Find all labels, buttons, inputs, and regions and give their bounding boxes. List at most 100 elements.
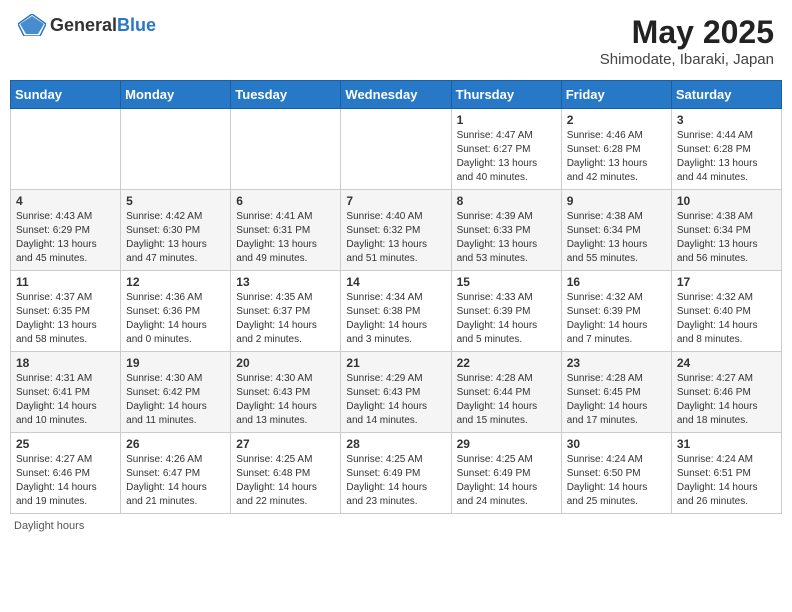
- day-info: Sunrise: 4:42 AM Sunset: 6:30 PM Dayligh…: [126, 210, 225, 266]
- calendar-cell: 7 Sunrise: 4:40 AM Sunset: 6:32 PM Daylig…: [341, 190, 451, 271]
- title-block: May 2025 Shimodate, Ibaraki, Japan: [600, 14, 774, 68]
- day-info: Sunrise: 4:43 AM Sunset: 6:29 PM Dayligh…: [16, 210, 115, 266]
- calendar-cell: 2Sunrise: 4:46 AM Sunset: 6:28 PM Daylig…: [561, 109, 671, 190]
- day-info: Sunrise: 4:32 AM Sunset: 6:40 PM Dayligh…: [677, 291, 776, 347]
- day-info: Sunrise: 4:30 AM Sunset: 6:43 PM Dayligh…: [236, 372, 335, 428]
- calendar-cell: 1 Sunrise: 4:47 AM Sunset: 6:27 PM Daylig…: [451, 109, 561, 190]
- day-number: 5: [126, 194, 225, 208]
- day-number: 1: [457, 113, 556, 127]
- calendar-cell: 20 Sunrise: 4:30 AM Sunset: 6:43 PM Dayli…: [231, 352, 341, 433]
- calendar-cell: 13 Sunrise: 4:35 AM Sunset: 6:37 PM Dayli…: [231, 271, 341, 352]
- day-info: Sunrise: 4:27 AM Sunset: 6:46 PM Dayligh…: [16, 453, 115, 509]
- day-info: Sunrise: 4:29 AM Sunset: 6:43 PM Dayligh…: [346, 372, 445, 428]
- day-number: 13: [236, 275, 335, 289]
- day-info: Sunrise: 4:31 AM Sunset: 6:41 PM Dayligh…: [16, 372, 115, 428]
- calendar-cell: 29 Sunrise: 4:25 AM Sunset: 6:49 PM Dayli…: [451, 433, 561, 514]
- day-info: Sunrise: 4:27 AM Sunset: 6:46 PM Dayligh…: [677, 372, 776, 428]
- day-info: Sunrise: 4:47 AM Sunset: 6:27 PM Dayligh…: [457, 129, 556, 185]
- calendar-cell: 6 Sunrise: 4:41 AM Sunset: 6:31 PM Daylig…: [231, 190, 341, 271]
- calendar-cell: 16Sunrise: 4:32 AM Sunset: 6:39 PM Dayli…: [561, 271, 671, 352]
- logo-icon: [18, 14, 46, 36]
- day-info: Sunrise: 4:32 AM Sunset: 6:39 PM Dayligh…: [567, 291, 666, 347]
- day-number: 26: [126, 437, 225, 451]
- day-info: Sunrise: 4:33 AM Sunset: 6:39 PM Dayligh…: [457, 291, 556, 347]
- day-info: Sunrise: 4:35 AM Sunset: 6:37 PM Dayligh…: [236, 291, 335, 347]
- calendar-cell: 4 Sunrise: 4:43 AM Sunset: 6:29 PM Daylig…: [11, 190, 121, 271]
- day-number: 22: [457, 356, 556, 370]
- calendar-cell: 23 Sunrise: 4:28 AM Sunset: 6:45 PM Dayli…: [561, 352, 671, 433]
- calendar-cell: 19Sunrise: 4:30 AM Sunset: 6:42 PM Dayli…: [121, 352, 231, 433]
- day-number: 21: [346, 356, 445, 370]
- calendar-cell: 11 Sunrise: 4:37 AM Sunset: 6:35 PM Dayli…: [11, 271, 121, 352]
- day-info: Sunrise: 4:38 AM Sunset: 6:34 PM Dayligh…: [567, 210, 666, 266]
- calendar-cell: 28Sunrise: 4:25 AM Sunset: 6:49 PM Dayli…: [341, 433, 451, 514]
- day-info: Sunrise: 4:28 AM Sunset: 6:44 PM Dayligh…: [457, 372, 556, 428]
- day-number: 7: [346, 194, 445, 208]
- col-header-thursday: Thursday: [451, 81, 561, 109]
- calendar-cell: 21 Sunrise: 4:29 AM Sunset: 6:43 PM Dayli…: [341, 352, 451, 433]
- calendar-cell: 26 Sunrise: 4:26 AM Sunset: 6:47 PM Dayli…: [121, 433, 231, 514]
- day-number: 18: [16, 356, 115, 370]
- day-info: Sunrise: 4:26 AM Sunset: 6:47 PM Dayligh…: [126, 453, 225, 509]
- calendar-cell: 30 Sunrise: 4:24 AM Sunset: 6:50 PM Dayli…: [561, 433, 671, 514]
- day-number: 15: [457, 275, 556, 289]
- page-header: GeneralBlue May 2025 Shimodate, Ibaraki,…: [10, 10, 782, 72]
- calendar-week-5: 25 Sunrise: 4:27 AM Sunset: 6:46 PM Dayli…: [11, 433, 782, 514]
- day-number: 11: [16, 275, 115, 289]
- day-number: 31: [677, 437, 776, 451]
- logo-general: General: [50, 15, 117, 35]
- day-info: Sunrise: 4:40 AM Sunset: 6:32 PM Dayligh…: [346, 210, 445, 266]
- calendar-cell: 15 Sunrise: 4:33 AM Sunset: 6:39 PM Dayli…: [451, 271, 561, 352]
- calendar-cell: 5 Sunrise: 4:42 AM Sunset: 6:30 PM Daylig…: [121, 190, 231, 271]
- daylight-label: Daylight hours: [14, 520, 84, 532]
- day-info: Sunrise: 4:38 AM Sunset: 6:34 PM Dayligh…: [677, 210, 776, 266]
- day-number: 12: [126, 275, 225, 289]
- day-number: 25: [16, 437, 115, 451]
- col-header-monday: Monday: [121, 81, 231, 109]
- day-number: 20: [236, 356, 335, 370]
- col-header-sunday: Sunday: [11, 81, 121, 109]
- day-info: Sunrise: 4:25 AM Sunset: 6:48 PM Dayligh…: [236, 453, 335, 509]
- day-info: Sunrise: 4:36 AM Sunset: 6:36 PM Dayligh…: [126, 291, 225, 347]
- main-title: May 2025: [600, 14, 774, 51]
- col-header-saturday: Saturday: [671, 81, 781, 109]
- day-number: 29: [457, 437, 556, 451]
- logo-text-block: GeneralBlue: [50, 15, 156, 36]
- day-info: Sunrise: 4:25 AM Sunset: 6:49 PM Dayligh…: [457, 453, 556, 509]
- day-number: 3: [677, 113, 776, 127]
- day-number: 30: [567, 437, 666, 451]
- calendar-cell: 31 Sunrise: 4:24 AM Sunset: 6:51 PM Dayli…: [671, 433, 781, 514]
- day-info: Sunrise: 4:30 AM Sunset: 6:42 PM Dayligh…: [126, 372, 225, 428]
- calendar-cell: 8 Sunrise: 4:39 AM Sunset: 6:33 PM Daylig…: [451, 190, 561, 271]
- day-number: 23: [567, 356, 666, 370]
- calendar-cell: 12 Sunrise: 4:36 AM Sunset: 6:36 PM Dayli…: [121, 271, 231, 352]
- day-number: 2: [567, 113, 666, 127]
- day-info: Sunrise: 4:41 AM Sunset: 6:31 PM Dayligh…: [236, 210, 335, 266]
- calendar-cell: 18 Sunrise: 4:31 AM Sunset: 6:41 PM Dayli…: [11, 352, 121, 433]
- day-number: 8: [457, 194, 556, 208]
- day-info: Sunrise: 4:24 AM Sunset: 6:51 PM Dayligh…: [677, 453, 776, 509]
- col-header-friday: Friday: [561, 81, 671, 109]
- calendar-table: SundayMondayTuesdayWednesdayThursdayFrid…: [10, 80, 782, 514]
- day-number: 17: [677, 275, 776, 289]
- day-info: Sunrise: 4:24 AM Sunset: 6:50 PM Dayligh…: [567, 453, 666, 509]
- calendar-header-row: SundayMondayTuesdayWednesdayThursdayFrid…: [11, 81, 782, 109]
- calendar-week-1: 1 Sunrise: 4:47 AM Sunset: 6:27 PM Daylig…: [11, 109, 782, 190]
- day-number: 10: [677, 194, 776, 208]
- day-info: Sunrise: 4:28 AM Sunset: 6:45 PM Dayligh…: [567, 372, 666, 428]
- day-number: 24: [677, 356, 776, 370]
- calendar-cell: 22 Sunrise: 4:28 AM Sunset: 6:44 PM Dayli…: [451, 352, 561, 433]
- day-number: 14: [346, 275, 445, 289]
- day-info: Sunrise: 4:34 AM Sunset: 6:38 PM Dayligh…: [346, 291, 445, 347]
- calendar-week-4: 18 Sunrise: 4:31 AM Sunset: 6:41 PM Dayli…: [11, 352, 782, 433]
- day-info: Sunrise: 4:44 AM Sunset: 6:28 PM Dayligh…: [677, 129, 776, 185]
- day-info: Sunrise: 4:25 AM Sunset: 6:49 PM Dayligh…: [346, 453, 445, 509]
- calendar-cell: 9 Sunrise: 4:38 AM Sunset: 6:34 PM Daylig…: [561, 190, 671, 271]
- day-info: Sunrise: 4:39 AM Sunset: 6:33 PM Dayligh…: [457, 210, 556, 266]
- col-header-tuesday: Tuesday: [231, 81, 341, 109]
- calendar-week-3: 11 Sunrise: 4:37 AM Sunset: 6:35 PM Dayli…: [11, 271, 782, 352]
- day-number: 9: [567, 194, 666, 208]
- day-number: 4: [16, 194, 115, 208]
- day-info: Sunrise: 4:37 AM Sunset: 6:35 PM Dayligh…: [16, 291, 115, 347]
- day-number: 6: [236, 194, 335, 208]
